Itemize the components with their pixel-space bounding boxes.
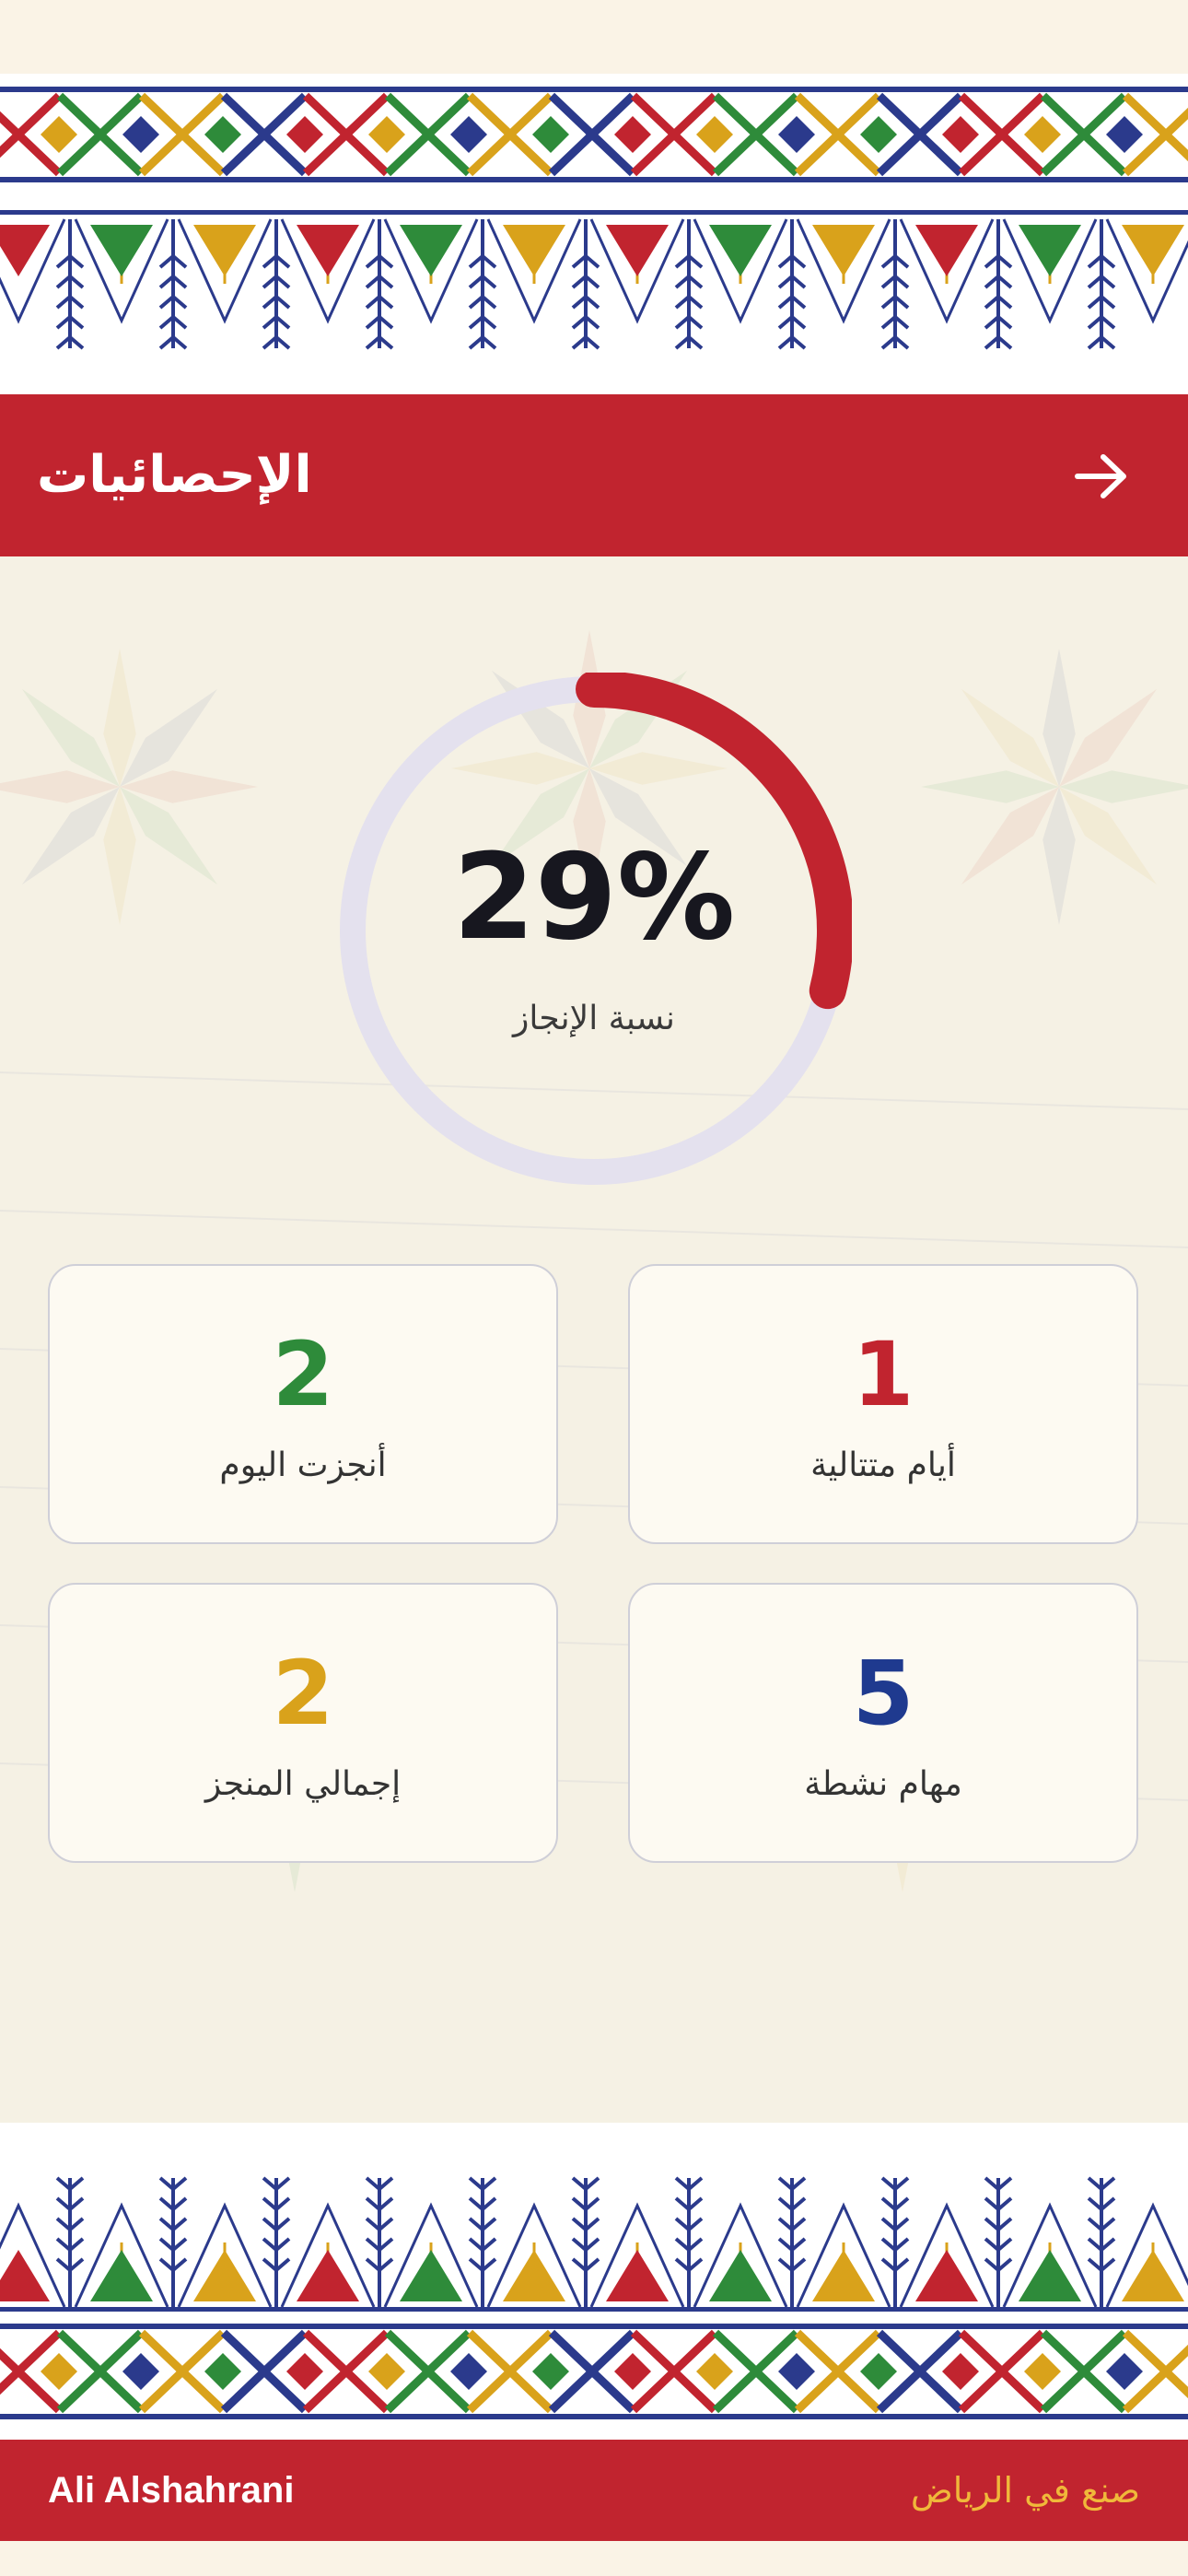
page-title: الإحصائيات: [37, 445, 312, 505]
footer-bar: Ali Alshahrani صنع في الرياض: [0, 2440, 1188, 2541]
sadu-pattern-top: [0, 87, 1188, 350]
stat-label: مهام نشطة: [804, 1765, 962, 1803]
stat-card-done-today: 2 أنجزت اليوم: [48, 1264, 558, 1544]
stat-label: إجمالي المنجز: [204, 1765, 402, 1803]
stat-card-streak-days: 1 أيام متتالية: [628, 1264, 1138, 1544]
progress-label: نسبة الإنجاز: [513, 1000, 675, 1037]
stat-label: أنجزت اليوم: [219, 1446, 387, 1484]
arrow-right-icon[interactable]: [1068, 444, 1133, 509]
stat-card-total-done: 2 إجمالي المنجز: [48, 1583, 558, 1863]
stat-value: 2: [272, 1642, 334, 1745]
sadu-pattern-bottom: [0, 2176, 1188, 2419]
stat-value: 5: [852, 1642, 914, 1745]
stat-card-active-tasks: 5 مهام نشطة: [628, 1583, 1138, 1863]
made-in-label: صنع في الرياض: [910, 2470, 1140, 2511]
bottom-decorative-border: [0, 2123, 1188, 2440]
stat-label: أيام متتالية: [810, 1446, 956, 1484]
author-name: Ali Alshahrani: [48, 2470, 295, 2511]
header-bar: الإحصائيات: [0, 394, 1188, 556]
stat-value: 2: [272, 1323, 334, 1426]
stat-value: 1: [852, 1323, 914, 1426]
progress-percentage: 29%: [452, 829, 736, 966]
top-decorative-border: [0, 74, 1188, 394]
